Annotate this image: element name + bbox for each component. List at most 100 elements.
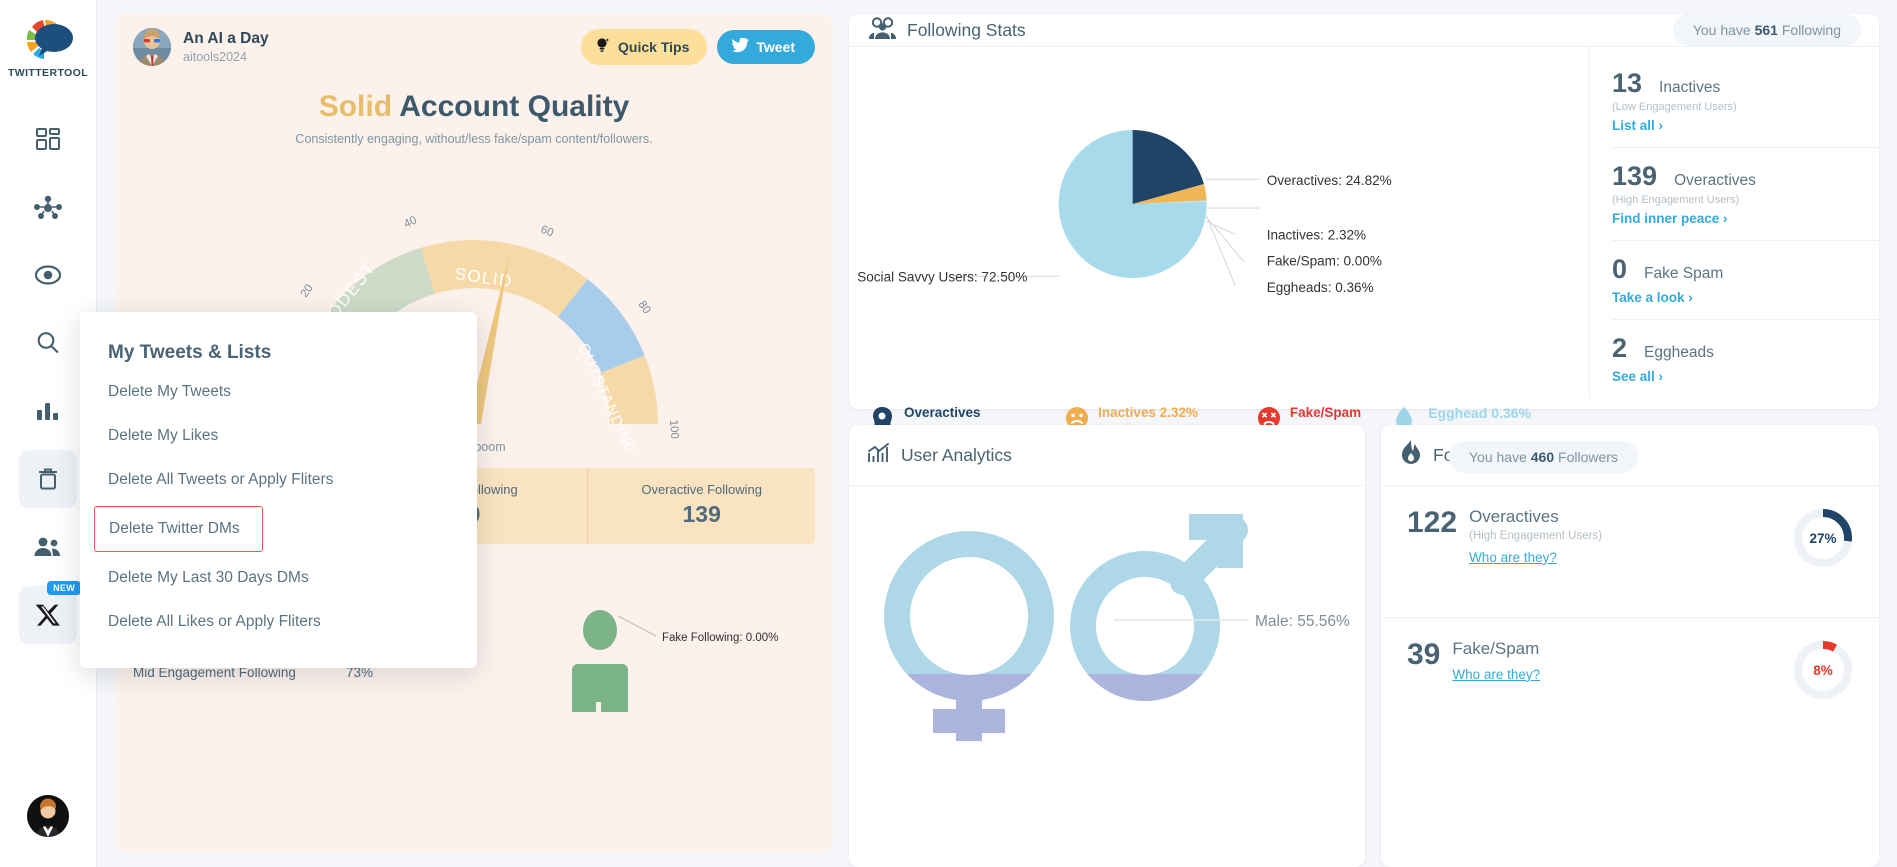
- strip-label: Overactive Following: [641, 482, 762, 497]
- lightbulb-icon: [595, 37, 611, 57]
- sidebar-item-x[interactable]: NEW: [19, 581, 81, 644]
- sidebar-item-analytics[interactable]: [19, 382, 77, 440]
- si-name: Fake Spam: [1644, 265, 1724, 282]
- fw-sub: (High Engagement Users): [1469, 529, 1603, 542]
- sidebar-item-followers[interactable]: [19, 518, 77, 576]
- legend-title: Fake/Spam: [1289, 405, 1362, 420]
- profile-header: An AI a Day aitools2024 Quick Tips Tweet: [115, 14, 833, 74]
- menu-item-delete-all-tweets[interactable]: Delete All Tweets or Apply Fliters: [80, 458, 477, 502]
- right-column: Following Stats You have 561 Following O…: [849, 14, 1879, 867]
- menu-item-delete-my-likes[interactable]: Delete My Likes: [80, 414, 477, 458]
- find-inner-peace-link[interactable]: Find inner peace ›: [1612, 211, 1728, 226]
- see-all-link[interactable]: See all ›: [1612, 369, 1663, 384]
- follower-stats-card: Follower Stats You have 460 Followers 12…: [1381, 425, 1879, 867]
- tweet-label: Tweet: [756, 39, 795, 55]
- tweets-lists-menu: My Tweets & Lists Delete My Tweets Delet…: [80, 312, 477, 668]
- si-num: 139: [1612, 161, 1658, 191]
- profile-handle: aitools2024: [183, 49, 247, 64]
- si-name: Overactives: [1674, 172, 1756, 189]
- pie-label-fakespam: Fake/Spam: 0.00%: [1267, 254, 1382, 269]
- svg-text:60: 60: [539, 224, 555, 240]
- strip-item-overactive: Overactive Following 139: [588, 468, 815, 544]
- profile-avatar[interactable]: [133, 28, 171, 66]
- si-num: 0: [1612, 254, 1628, 284]
- menu-item-delete-last-30-days-dms[interactable]: Delete My Last 30 Days DMs: [80, 556, 477, 600]
- pie-label-inactives: Inactives: 2.32%: [1267, 227, 1366, 242]
- profile-name-block: An AI a Day aitools2024: [183, 30, 269, 64]
- following-stats-body: Overactives: 24.82% Inactives: 2.32% Fak…: [849, 47, 1879, 398]
- pie-label-overactives: Overactives: 24.82%: [1267, 173, 1392, 188]
- strip-value: 139: [682, 501, 721, 527]
- gauge-title-rest: Account Quality: [392, 90, 630, 123]
- gauge-title-highlight: Solid: [318, 90, 393, 123]
- bottom-row: User Analytics Male: 55.56% You have 460…: [849, 425, 1879, 867]
- app-root: TWITTERTOOL NEW An AI a Day aitools2024 …: [0, 0, 1897, 867]
- following-pie-chart: Overactives: 24.82% Inactives: 2.32% Fak…: [849, 47, 1589, 398]
- si-sub: (High Engagement Users): [1612, 194, 1740, 206]
- gauge-title: Solid Account Quality: [115, 90, 833, 124]
- donut-value: 27%: [1809, 530, 1837, 546]
- menu-item-delete-my-tweets[interactable]: Delete My Tweets: [80, 370, 477, 414]
- follower-count-badge: You have 460 Followers: [1449, 441, 1638, 473]
- svg-text:20: 20: [299, 282, 316, 299]
- fake-following-annotation: Fake Following: 0.00%: [662, 632, 778, 644]
- svg-text:40: 40: [402, 214, 419, 230]
- user-analytics-card: User Analytics Male: 55.56%: [849, 425, 1365, 867]
- gauge-subtitle: Consistently engaging, without/less fake…: [295, 132, 653, 146]
- si-name: Eggheads: [1644, 344, 1714, 361]
- fake-following-figure: Fake Following: 0.00%: [572, 610, 778, 716]
- user-analytics-title: User Analytics: [901, 444, 1012, 465]
- quick-tips-label: Quick Tips: [618, 39, 690, 55]
- donut-value: 8%: [1813, 662, 1833, 678]
- svg-text:100: 100: [667, 419, 680, 439]
- profile-display-name: An AI a Day: [183, 30, 269, 48]
- si-sub: (Low Engagement Users): [1612, 101, 1737, 113]
- fw-name: Fake/Spam: [1452, 639, 1540, 658]
- si-num: 13: [1612, 68, 1643, 98]
- flame-icon: [1399, 439, 1423, 471]
- breakdown-item-fake-spam: 0 Fake Spam Take a look ›: [1612, 241, 1879, 320]
- follower-item-overactives: 122 Overactives (High Engagement Users) …: [1381, 486, 1879, 618]
- sidebar-item-dashboard[interactable]: [19, 110, 77, 168]
- following-count-badge: You have 561 Following: [1672, 14, 1861, 46]
- legend-title: Inactives 2.32%: [1098, 405, 1198, 420]
- menu-item-delete-twitter-dms[interactable]: Delete Twitter DMs: [94, 506, 263, 552]
- following-stats-title: Following Stats: [907, 19, 1026, 40]
- sidebar-item-network[interactable]: [19, 178, 77, 236]
- breakdown-item-overactives: 139 Overactives (High Engagement Users) F…: [1612, 148, 1879, 241]
- pill-suffix: Following: [1777, 22, 1841, 38]
- male-percentage-label: Male: 55.56%: [1255, 613, 1350, 630]
- breakdown-item-inactives: 13 Inactives (Low Engagement Users) List …: [1612, 55, 1879, 148]
- breakdown-item-eggheads: 2 Eggheads See all ›: [1612, 320, 1879, 398]
- following-stats-header: Following Stats You have 561 Following: [849, 14, 1879, 47]
- logo-text: TWITTERTOOL: [7, 67, 89, 79]
- app-logo[interactable]: TWITTERTOOL: [8, 14, 88, 79]
- fw-name: Overactives: [1469, 507, 1559, 526]
- menu-item-delete-all-likes[interactable]: Delete All Likes or Apply Fliters: [80, 600, 477, 644]
- svg-text:80: 80: [636, 299, 653, 316]
- menu-title: My Tweets & Lists: [108, 342, 272, 363]
- take-a-look-link[interactable]: Take a look ›: [1612, 290, 1693, 305]
- twitter-bird-icon: [732, 37, 750, 56]
- avatar[interactable]: [27, 795, 69, 837]
- who-are-they-link[interactable]: Who are they?: [1469, 550, 1557, 565]
- pill-prefix: You have: [1469, 449, 1531, 465]
- fw-num: 39: [1407, 638, 1441, 671]
- who-are-they-link[interactable]: Who are they?: [1452, 667, 1540, 682]
- pie-label-eggheads: Eggheads: 0.36%: [1267, 280, 1374, 295]
- gender-chart: Male: 55.56%: [849, 486, 1365, 746]
- user-analytics-header: User Analytics: [849, 425, 1365, 486]
- pill-value: 561: [1754, 22, 1778, 38]
- legend-title: Egghead 0.36%: [1428, 405, 1531, 421]
- si-num: 2: [1612, 333, 1628, 363]
- logo-icon: [19, 14, 77, 64]
- list-all-link[interactable]: List all ›: [1612, 118, 1663, 133]
- sidebar-item-delete[interactable]: [19, 450, 77, 508]
- sidebar-item-target[interactable]: [19, 246, 77, 304]
- sidebar-item-search[interactable]: [19, 314, 77, 372]
- quick-tips-button[interactable]: Quick Tips: [581, 29, 708, 65]
- tweet-button[interactable]: Tweet: [717, 30, 815, 64]
- si-name: Inactives: [1659, 79, 1721, 96]
- overactives-donut: 27%: [1793, 508, 1853, 568]
- following-stats-breakdown: 13 Inactives (Low Engagement Users) List …: [1589, 47, 1879, 398]
